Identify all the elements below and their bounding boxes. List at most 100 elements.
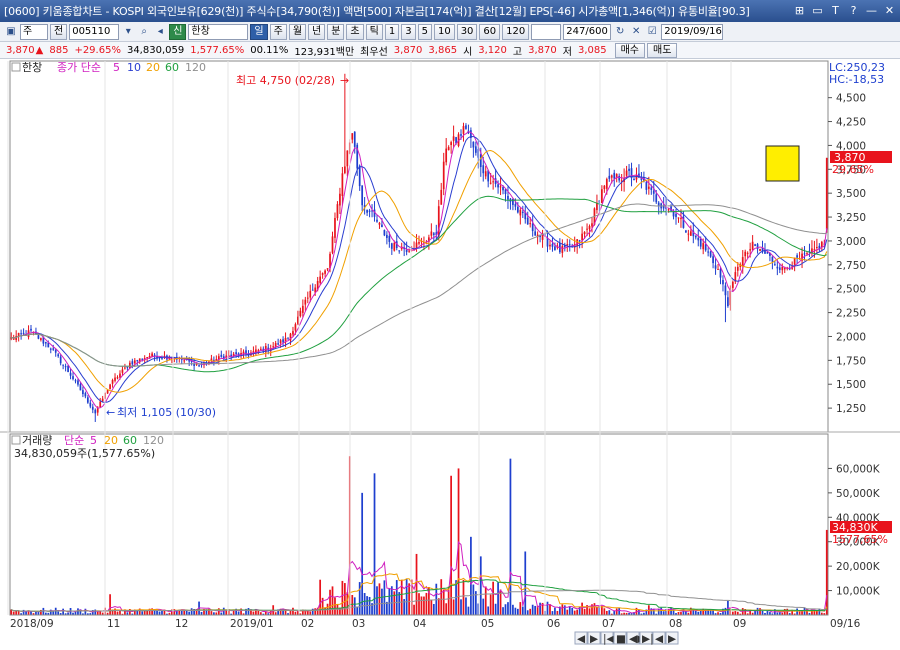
price-tick-label: 1,250: [836, 403, 866, 415]
help-button[interactable]: ?: [845, 2, 862, 19]
period-tick-button[interactable]: 틱: [365, 23, 383, 40]
volume-bar: [408, 583, 410, 615]
link-window-button[interactable]: ⊞: [791, 2, 808, 19]
hc-value: HC:-18,53: [829, 73, 884, 86]
candle-body: [44, 342, 47, 344]
dropdown-arrow-icon[interactable]: ▾: [121, 25, 135, 39]
volume-bar: [581, 602, 583, 615]
candle-body: [460, 134, 462, 136]
volume-bar: [813, 610, 816, 615]
sell-button[interactable]: 매도: [647, 42, 678, 58]
minute-1-button[interactable]: 1: [384, 23, 400, 40]
candle-body: [311, 289, 314, 291]
stock-code-input[interactable]: 005110: [69, 23, 120, 40]
chart-area[interactable]: 4,500 4,250 4,000 3,750 3,500 3,250 3,000 2,750…: [0, 59, 900, 650]
menu-icon[interactable]: ▣: [4, 25, 18, 39]
vma60-legend: 60: [123, 434, 137, 447]
minimize-button[interactable]: —: [863, 2, 880, 19]
minute-60-button[interactable]: 60: [479, 23, 501, 40]
buy-button[interactable]: 매수: [614, 42, 645, 58]
clear-icon[interactable]: ✕: [629, 25, 643, 39]
volume-bar: [343, 583, 346, 615]
close-button[interactable]: ✕: [881, 2, 898, 19]
volume-bar: [17, 611, 20, 615]
volume-bar: [143, 610, 146, 615]
candle-body: [583, 232, 586, 235]
volume-bar: [373, 473, 376, 615]
font-button[interactable]: T: [827, 2, 844, 19]
candle-body: [242, 351, 245, 354]
calendar-checkbox-icon[interactable]: ☑: [645, 25, 659, 39]
period-year-button[interactable]: 년: [308, 23, 326, 40]
high-arrow-icon: →: [340, 74, 349, 87]
candle-body: [151, 353, 153, 357]
candle-body: [339, 193, 341, 206]
candle-body: [756, 244, 759, 250]
volume-bar: [576, 609, 579, 615]
candle-body: [502, 187, 504, 191]
volume-bar: [210, 611, 213, 615]
candle-body: [146, 357, 149, 359]
volume-bar: [507, 602, 509, 615]
volume-bar: [415, 553, 418, 615]
volume-bar: [465, 597, 467, 615]
candle-body: [77, 380, 79, 385]
minute-5-button[interactable]: 5: [417, 23, 432, 40]
volume-bar: [546, 601, 549, 615]
volume-bar: [512, 604, 514, 615]
period-month-button[interactable]: 월: [288, 23, 307, 40]
candle-body: [386, 234, 388, 238]
volume-bar: [346, 592, 349, 615]
price-tick-label: 1,500: [836, 379, 866, 391]
candle-body: [776, 266, 779, 269]
refresh-icon[interactable]: ↻: [613, 25, 627, 39]
volume-bar: [84, 608, 87, 615]
volume-bar: [183, 610, 186, 615]
candle-body: [531, 223, 534, 232]
date-axis-label: 02: [301, 618, 314, 630]
candle-body: [578, 240, 581, 242]
minute-10-button[interactable]: 10: [433, 23, 455, 40]
price-tick-label: 1,750: [836, 355, 866, 367]
volume-bar: [593, 603, 596, 615]
best-bid-2: 3,865: [428, 44, 458, 56]
volume-bar: [549, 604, 551, 615]
candle-body: [771, 256, 774, 262]
price-tag-pct: 29,65%: [832, 163, 874, 176]
candle-body: [430, 231, 433, 236]
candle-body: [650, 187, 653, 190]
nav-button-icon: ■: [616, 633, 626, 645]
volume-bar: [390, 586, 393, 615]
minute-3-button[interactable]: 3: [401, 23, 416, 40]
candle-body: [492, 181, 495, 183]
period-second-button[interactable]: 초: [346, 23, 364, 40]
restore-window-button[interactable]: ▭: [809, 2, 826, 19]
candle-body: [336, 204, 339, 219]
minute-120-button[interactable]: 120: [502, 23, 530, 40]
period-week-button[interactable]: 주: [269, 23, 287, 40]
candle-body: [72, 376, 74, 380]
market-all-button[interactable]: 전: [50, 23, 68, 40]
period-day-button[interactable]: 일: [250, 23, 268, 40]
minute-custom-input[interactable]: [531, 23, 562, 40]
candle-body: [667, 209, 670, 211]
best-bid-1: 3,870: [393, 44, 423, 56]
volume-bar: [442, 589, 445, 615]
nav-button-icon: ▶|: [642, 633, 654, 645]
volume-bar: [161, 610, 163, 615]
nav-button-icon: ◀: [577, 633, 586, 645]
candle-body: [195, 364, 198, 366]
minute-30-button[interactable]: 30: [456, 23, 478, 40]
chart-canvas[interactable]: 4,5004,2504,0003,7503,5003,2503,0002,750…: [0, 59, 900, 650]
candle-body: [714, 265, 717, 269]
sound-icon[interactable]: ◂: [153, 25, 167, 39]
market-select[interactable]: 주: [20, 23, 48, 40]
volume-bar: [190, 608, 193, 615]
candle-body: [319, 276, 322, 283]
candle-body: [198, 365, 200, 367]
volume-bar: [801, 611, 803, 615]
period-minute-button[interactable]: 분: [327, 23, 345, 40]
date-input[interactable]: 2019/09/16: [661, 23, 724, 40]
data-count-field[interactable]: 247/600: [563, 23, 612, 40]
search-icon[interactable]: ⌕: [137, 25, 151, 39]
